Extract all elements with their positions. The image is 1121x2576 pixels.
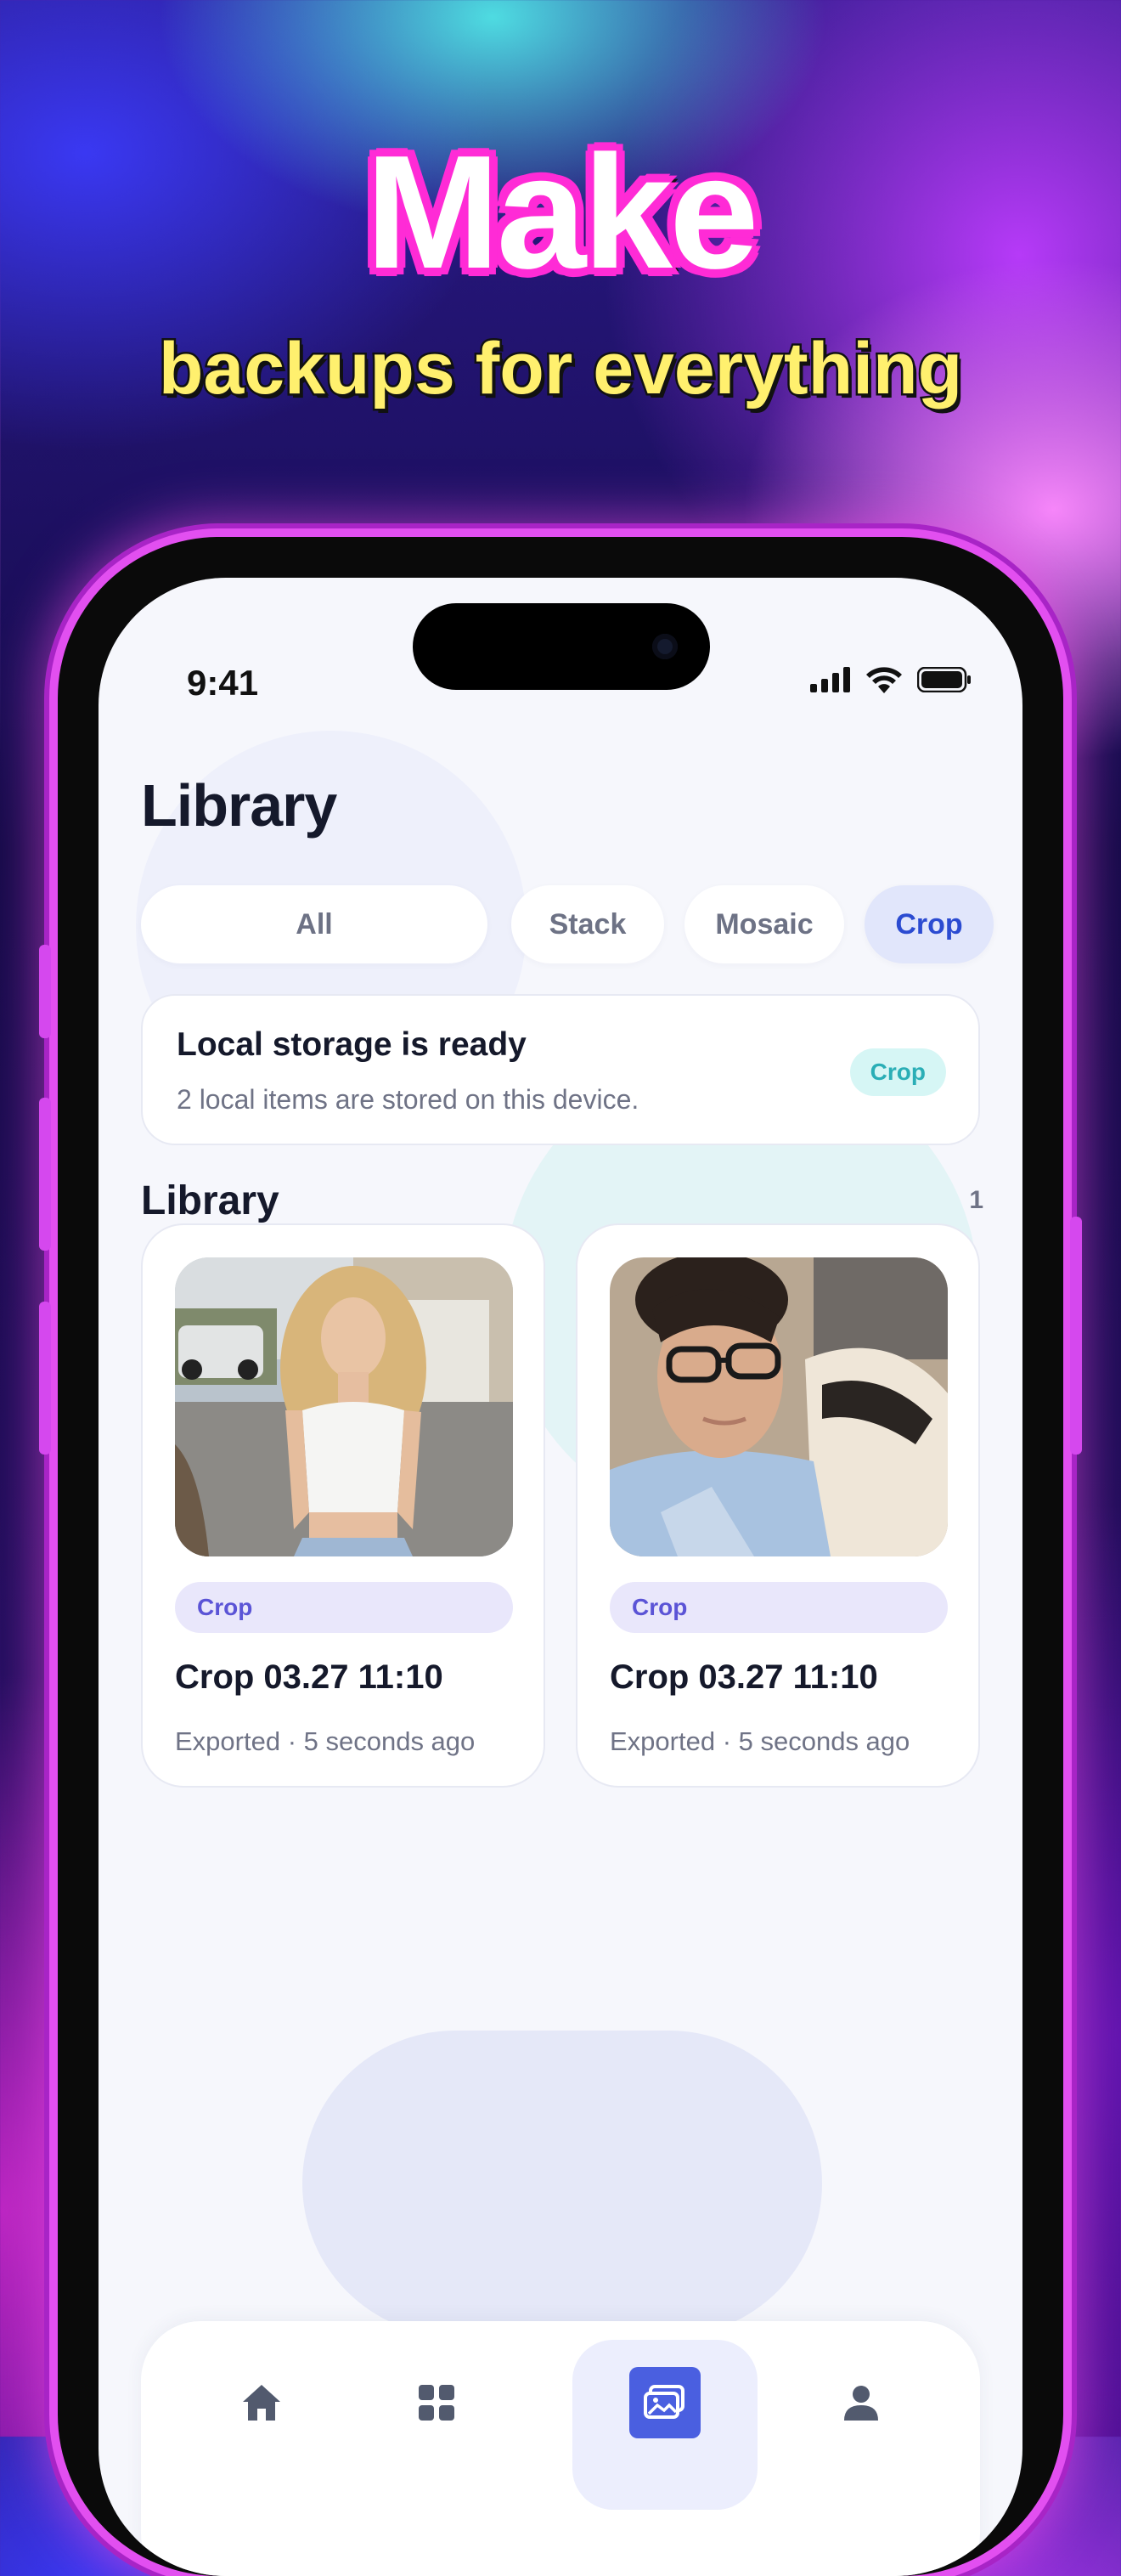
woman-in-white-top-photo [175,1257,513,1556]
filter-chip-all[interactable]: All [141,885,487,963]
tab-bar [141,2321,980,2576]
filter-chip-stack[interactable]: Stack [511,885,664,963]
home-icon [243,2385,280,2421]
filter-chip-crop[interactable]: Crop [865,885,994,963]
storage-notice-card: Local storage is ready 2 local items are… [141,994,980,1145]
filter-chips: All Stack Mosaic Crop [141,885,994,963]
phone-action-button [39,945,51,1038]
gallery-icon [629,2367,701,2438]
item-title: Crop 03.27 11:10 [610,1658,878,1696]
library-item-card[interactable]: Crop Crop 03.27 11:10 Exported · 5 secon… [576,1223,980,1788]
item-meta: Exported · 5 seconds ago [175,1726,476,1756]
notice-subtitle: 2 local items are stored on this device. [177,1084,639,1115]
item-badge: Crop [610,1582,948,1633]
wifi-icon [866,667,902,693]
library-item-card[interactable]: Crop Crop 03.27 11:10 Exported · 5 secon… [141,1223,545,1788]
promo-subheadline: backups for everything [156,326,964,412]
section-count: 1 [969,1186,983,1214]
phone-frame: 9:41 Library All Stack Mosaic Crop Local… [39,537,1082,2576]
item-badge: Crop [175,1582,513,1633]
dynamic-island [413,603,710,690]
tab-home[interactable] [214,2355,309,2450]
grid-icon [419,2385,454,2421]
profile-icon [844,2386,878,2421]
background-blob [302,2031,822,2336]
item-title: Crop 03.27 11:10 [175,1658,443,1696]
tab-gallery[interactable] [617,2355,713,2450]
phone-power-button [1070,1217,1082,1455]
phone-volume-up [39,1098,51,1251]
tab-profile[interactable] [814,2355,909,2450]
man-with-glasses-selfie-photo [610,1257,948,1556]
camera-icon [652,634,678,659]
item-meta: Exported · 5 seconds ago [610,1726,910,1756]
status-icons [810,666,972,693]
battery-icon [917,667,971,692]
page-title: Library [141,772,337,839]
status-time: 9:41 [187,663,259,703]
promo-header: Make [0,122,1121,302]
promo-headline: Make [362,122,762,302]
app-screen: 9:41 Library All Stack Mosaic Crop Local… [99,578,1022,2576]
section-title: Library [141,1178,279,1223]
notice-title: Local storage is ready [177,1026,527,1063]
phone-volume-down [39,1302,51,1455]
signal-icon [810,667,850,692]
filter-chip-mosaic[interactable]: Mosaic [684,885,844,963]
tab-grid[interactable] [389,2355,484,2450]
notice-badge: Crop [849,1048,946,1096]
